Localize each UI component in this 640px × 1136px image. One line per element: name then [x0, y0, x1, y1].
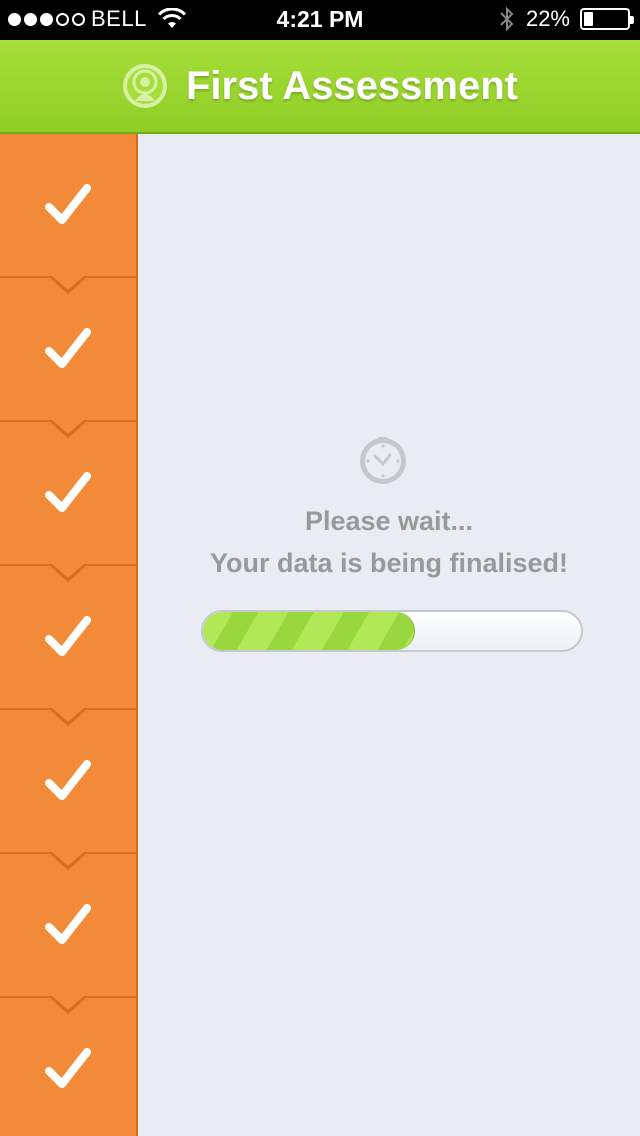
wait-message: Please wait...	[304, 506, 474, 536]
step-item[interactable]	[0, 134, 136, 294]
battery-fill	[584, 12, 594, 26]
main-content: Please wait... Your data is being finali…	[138, 134, 640, 1136]
user-badge-icon	[123, 64, 167, 108]
finalising-message: Your data is being finalised!	[209, 548, 569, 578]
checkmark-icon	[45, 904, 91, 944]
bluetooth-icon	[500, 6, 514, 32]
step-item[interactable]	[0, 278, 136, 438]
page-title: First Assessment	[186, 63, 518, 108]
status-right: 22%	[498, 6, 634, 32]
step-divider-notch	[50, 708, 86, 726]
step-item[interactable]	[0, 566, 136, 726]
checkmark-icon	[45, 616, 91, 656]
status-bar: BELL 4:21 PM 22%	[0, 0, 640, 40]
step-divider-notch	[50, 852, 86, 870]
step-divider-notch	[50, 276, 86, 294]
checkmark-icon	[45, 472, 91, 512]
checkmark-icon	[45, 328, 91, 368]
step-item[interactable]	[0, 998, 136, 1136]
step-divider-notch	[50, 996, 86, 1014]
step-divider-notch	[50, 564, 86, 582]
step-sidebar	[0, 134, 138, 1136]
step-divider-notch	[50, 420, 86, 438]
progress-bar	[201, 610, 583, 652]
app-header: First Assessment	[0, 40, 640, 134]
step-item[interactable]	[0, 710, 136, 870]
checkmark-icon	[45, 184, 91, 224]
battery-icon	[580, 8, 634, 30]
step-item[interactable]	[0, 422, 136, 582]
battery-percent: 22%	[525, 6, 570, 31]
clock-icon	[360, 437, 406, 484]
checkmark-icon	[45, 760, 91, 800]
step-item[interactable]	[0, 854, 136, 1014]
checkmark-icon	[45, 1048, 91, 1088]
progress-fill	[203, 612, 415, 650]
